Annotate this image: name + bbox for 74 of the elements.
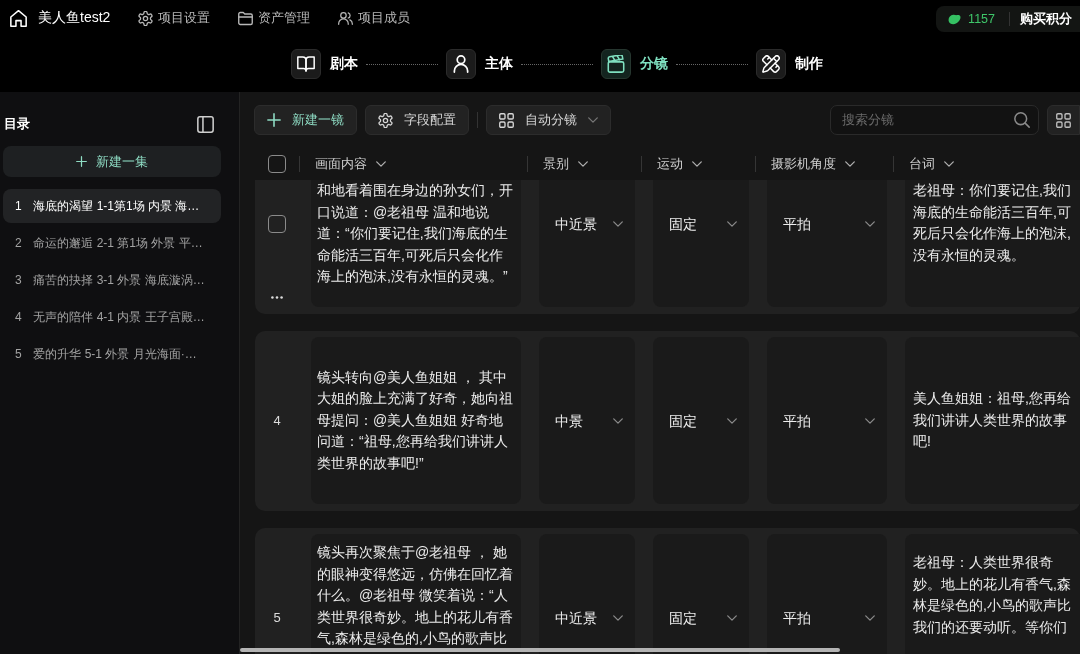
chevron-down-icon [613,614,623,621]
row-number: 4 [273,413,281,428]
chevron-down-icon [376,161,386,167]
chevron-down-icon [944,161,954,167]
scrollbar-thumb[interactable] [240,648,840,652]
credit-balance: 1157 [968,12,995,26]
nav-link[interactable]: 资产管理 [238,9,311,27]
chevron-down-icon [865,614,875,621]
pencil-ruler-icon [756,49,786,79]
episode-item[interactable]: 3 痛苦的抉择 3-1 外景 海底漩涡… [3,263,221,297]
dialogue-text-area[interactable]: 老祖母：你们要记住,我们海底的生命能活三百年,可死后只会化作海上的泡沫,没有永恒的灵魂。 [905,180,1080,307]
person-icon [446,49,476,79]
sidebar-toggle-icon[interactable] [197,115,214,133]
field-config-button[interactable]: 字段配置 [365,105,469,135]
new-episode-button[interactable]: 新建一集 [3,146,221,177]
grid-icon [499,112,514,128]
description-text-area[interactable]: 镜头再次聚焦于@老祖母 ， 她的眼神变得悠远，仿佛在回忆着什么。@老祖母 微笑着说：“人类世界很奇妙。地上的花儿有香气,森林是绿色的,小鸟的歌声比 [311,534,521,654]
nav-link[interactable]: 项目成员 [338,9,411,27]
grid-icon [1056,112,1071,128]
chevron-down-icon [613,417,623,424]
description-text-area[interactable]: 和地看着围在身边的孙女们，开口说道：@老祖母 温和地说道：“你们要记住,我们海底的生命能活三百年,可死后只会化作海上的泡沫,没有永恒的灵魂。” [311,180,521,307]
episode-item[interactable]: 1 海底的渴望 1-1第1场 内景 海… [3,189,221,223]
chevron-down-icon [588,117,598,123]
dialogue-text-area[interactable]: 美人鱼姐姐：祖母,您再给我们讲讲人类世界的故事吧! [905,337,1080,504]
episode-item[interactable]: 2 命运的邂逅 2-1 第1场 外景 平… [3,226,221,260]
workflow-step[interactable]: 剧本 [291,49,358,79]
plus-icon [267,113,281,127]
shot-size-dropdown[interactable]: 中景 [539,337,635,504]
chevron-down-icon [865,417,875,424]
bean-icon [948,13,962,25]
home-icon[interactable] [10,9,27,27]
shot-size-dropdown[interactable]: 中近景 [539,534,635,654]
movement-dropdown[interactable]: 固定 [653,534,749,654]
workflow-step[interactable]: 分镜 [601,49,668,79]
chevron-down-icon [613,221,623,227]
chevron-down-icon [692,161,702,167]
shot-size-dropdown[interactable]: 中近景 [539,180,635,307]
checkbox[interactable] [268,215,286,233]
folder-icon [238,10,254,26]
search-icon[interactable] [1014,112,1030,128]
clapperboard-icon [601,49,631,79]
chevron-down-icon [727,614,737,621]
new-shot-button[interactable]: 新建一镜 [254,105,357,135]
project-name: 美人鱼test2 [38,9,111,27]
dialogue-text-area[interactable]: 老祖母：人类世界很奇妙。地上的花儿有香气,森林是绿色的,小鸟的歌声比我们的还要动听。等你们 [905,534,1080,654]
chevron-down-icon [727,417,737,424]
grid-view-button[interactable] [1047,105,1080,135]
checkbox[interactable] [268,155,286,173]
camera-angle-dropdown[interactable]: 平拍 [767,180,887,307]
workflow-step[interactable]: 主体 [446,49,513,79]
gear-icon [378,112,393,128]
camera-angle-dropdown[interactable]: 平拍 [767,337,887,504]
movement-dropdown[interactable]: 固定 [653,180,749,307]
book-icon [291,49,321,79]
plus-icon [76,156,87,167]
nav-link[interactable]: 项目设置 [138,9,211,27]
episode-item[interactable]: 4 无声的陪伴 4-1 内景 王子宫殿… [3,300,221,334]
chevron-down-icon [845,161,855,167]
auto-split-dropdown[interactable]: 自动分镜 [486,105,611,135]
camera-angle-dropdown[interactable]: 平拍 [767,534,887,654]
chevron-down-icon [578,161,588,167]
users-icon [338,10,354,26]
row-number: 5 [273,610,281,625]
chevron-down-icon [727,221,737,227]
buy-credits-button[interactable]: 购买积分 [1020,10,1072,28]
sidebar-title: 目录 [4,115,30,133]
gear-icon [138,10,154,26]
movement-dropdown[interactable]: 固定 [653,337,749,504]
more-icon[interactable] [271,296,283,299]
search-field[interactable]: 搜索分镜 [830,105,1039,135]
workflow-step[interactable]: 制作 [756,49,823,79]
episode-item[interactable]: 5 爱的升华 5-1 外景 月光海面·… [3,337,221,371]
description-text-area[interactable]: 镜头转向@美人鱼姐姐 ， 其中大姐的脸上充满了好奇，她向祖母提问：@美人鱼姐姐 好奇地问道：“祖母,您再给我们讲讲人类世界的故事吧!” [311,337,521,504]
chevron-down-icon [865,221,875,227]
